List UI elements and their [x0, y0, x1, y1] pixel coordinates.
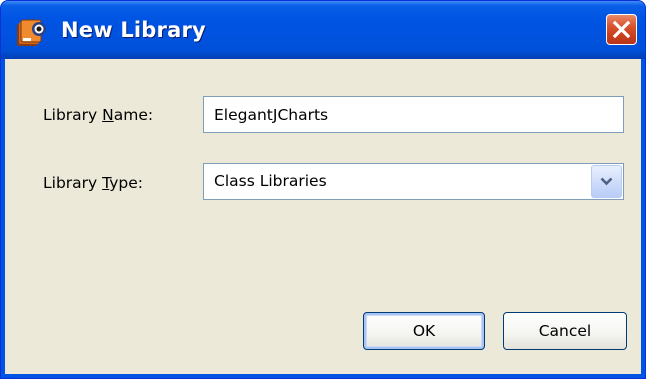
chevron-down-icon [600, 177, 613, 186]
dialog-body: Library Name: Library Type: Class Librar… [5, 59, 641, 374]
library-type-select[interactable]: Class Libraries [203, 163, 624, 200]
dialog-window: New Library Library Name: Library Type: … [0, 0, 646, 379]
library-books-icon [15, 18, 49, 48]
library-type-selected-value: Class Libraries [214, 172, 327, 190]
cancel-button[interactable]: Cancel [503, 312, 627, 350]
library-name-label: Library Name: [43, 106, 154, 124]
close-button[interactable] [606, 14, 637, 45]
close-x-icon [612, 20, 631, 39]
library-type-label: Library Type: [43, 174, 143, 192]
title-bar[interactable]: New Library [1, 1, 645, 59]
dropdown-button[interactable] [591, 165, 622, 198]
window-title: New Library [61, 18, 206, 42]
library-name-input[interactable] [203, 96, 624, 133]
ok-button[interactable]: OK [363, 312, 485, 350]
